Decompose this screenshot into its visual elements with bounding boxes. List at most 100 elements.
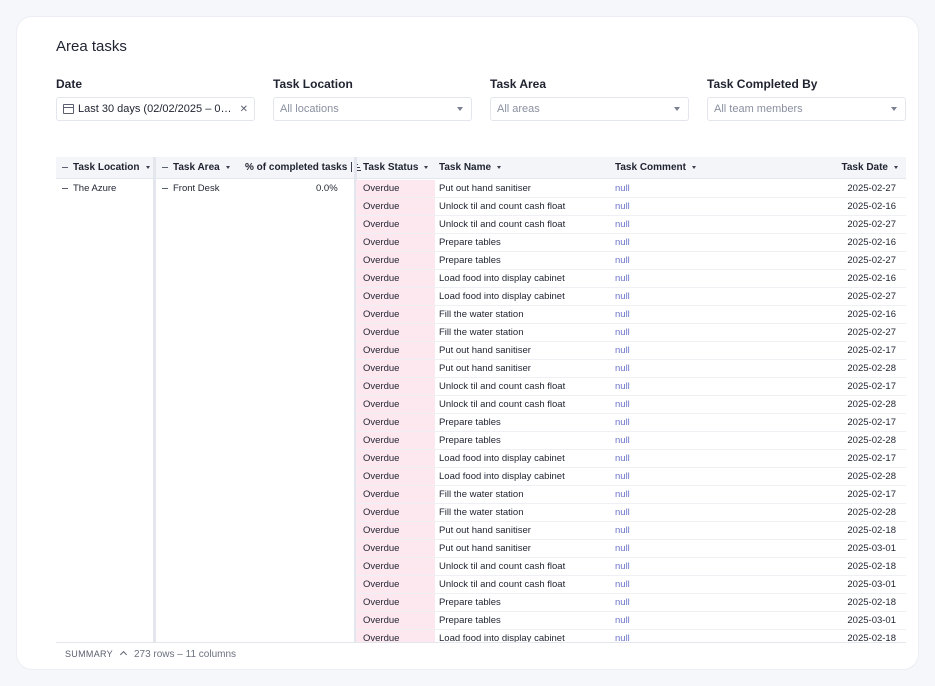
- table-row[interactable]: Overdue Unlock til and count cash float nu…: [356, 378, 906, 396]
- task-comment-cell: null: [615, 579, 630, 590]
- group-area[interactable]: Front Desk: [162, 180, 219, 198]
- task-status-cell: Overdue: [356, 522, 435, 539]
- task-date-cell: 2025-02-18: [847, 525, 896, 536]
- task-comment-cell: null: [615, 381, 630, 392]
- task-date-cell: 2025-02-27: [847, 219, 896, 230]
- area-select[interactable]: All areas: [490, 97, 689, 121]
- task-comment-cell: null: [615, 255, 630, 266]
- table-row[interactable]: Overdue Prepare tables null 2025-02-27: [356, 252, 906, 270]
- task-status-cell: Overdue: [356, 252, 435, 269]
- table-row[interactable]: Overdue Fill the water station null 2025-02…: [356, 486, 906, 504]
- collapse-icon[interactable]: [162, 187, 168, 189]
- completed-by-filter: Task Completed By All team members: [707, 77, 906, 121]
- table-row[interactable]: Overdue Unlock til and count cash float nu…: [356, 576, 906, 594]
- table-row[interactable]: Overdue Prepare tables null 2025-02-16: [356, 234, 906, 252]
- chevron-down-icon[interactable]: [497, 165, 502, 169]
- task-comment-cell: null: [615, 201, 630, 212]
- task-name-cell: Prepare tables: [439, 435, 501, 446]
- chevron-down-icon[interactable]: [145, 165, 150, 169]
- table-row[interactable]: Overdue Prepare tables null 2025-02-18: [356, 594, 906, 612]
- task-comment-cell: null: [615, 471, 630, 482]
- task-status-cell: Overdue: [356, 342, 435, 359]
- table-row[interactable]: Overdue Unlock til and count cash float nu…: [356, 558, 906, 576]
- summary-bar[interactable]: SUMMARY 273 rows – 11 columns: [56, 642, 906, 664]
- task-name-cell: Load food into display cabinet: [439, 633, 565, 642]
- table-row[interactable]: Overdue Fill the water station null 2025-02…: [356, 504, 906, 522]
- date-range-picker[interactable]: Last 30 days (02/02/2025 – 0… ✕: [56, 97, 255, 121]
- header-label: Task Location: [73, 162, 140, 173]
- table-row[interactable]: Overdue Put out hand sanitiser null 2025-02…: [356, 522, 906, 540]
- collapse-icon[interactable]: [162, 166, 168, 168]
- task-date-cell: 2025-02-18: [847, 597, 896, 608]
- group-location[interactable]: The Azure: [62, 180, 116, 198]
- task-name-cell: Unlock til and count cash float: [439, 579, 566, 590]
- chevron-down-icon[interactable]: [424, 165, 429, 169]
- summary-text: 273 rows – 11 columns: [133, 649, 237, 660]
- table-row[interactable]: Overdue Prepare tables null 2025-02-17: [356, 414, 906, 432]
- task-date-cell: 2025-02-27: [847, 183, 896, 194]
- task-name-cell: Load food into display cabinet: [439, 291, 565, 302]
- chevron-down-icon[interactable]: [225, 165, 230, 169]
- collapse-icon[interactable]: [62, 166, 68, 168]
- task-status-cell: Overdue: [356, 468, 435, 485]
- group-location-label: The Azure: [73, 183, 117, 194]
- task-status-cell: Overdue: [356, 396, 435, 413]
- table-row[interactable]: Overdue Load food into display cabinet nul…: [356, 450, 906, 468]
- collapse-icon[interactable]: [62, 187, 68, 189]
- task-date-cell: 2025-02-27: [847, 255, 896, 266]
- table-row[interactable]: Overdue Unlock til and count cash float nu…: [356, 396, 906, 414]
- task-name-cell: Unlock til and count cash float: [439, 399, 566, 410]
- task-comment-cell: null: [615, 309, 630, 320]
- task-comment-cell: null: [615, 273, 630, 284]
- header-label: Task Date: [841, 162, 888, 173]
- table-row[interactable]: Overdue Load food into display cabinet nul…: [356, 270, 906, 288]
- task-comment-cell: null: [615, 327, 630, 338]
- task-comment-cell: null: [615, 219, 630, 230]
- table-row[interactable]: Overdue Load food into display cabinet nul…: [356, 630, 906, 642]
- task-date-cell: 2025-02-16: [847, 309, 896, 320]
- task-name-cell: Load food into display cabinet: [439, 471, 565, 482]
- header-task-comment[interactable]: Task Comment: [615, 157, 696, 179]
- completed-by-select[interactable]: All team members: [707, 97, 906, 121]
- clear-icon[interactable]: ✕: [240, 104, 248, 115]
- header-task-area[interactable]: Task Area: [162, 157, 230, 179]
- table-row[interactable]: Overdue Fill the water station null 2025-02…: [356, 306, 906, 324]
- task-name-cell: Unlock til and count cash float: [439, 561, 566, 572]
- chevron-down-icon[interactable]: [894, 165, 898, 169]
- location-select[interactable]: All locations: [273, 97, 472, 121]
- task-comment-cell: null: [615, 561, 630, 572]
- chevron-up-icon[interactable]: [119, 650, 127, 659]
- task-comment-cell: null: [615, 615, 630, 626]
- date-range-value: Last 30 days (02/02/2025 – 0…: [78, 103, 232, 115]
- task-name-cell: Put out hand sanitiser: [439, 363, 531, 374]
- task-date-cell: 2025-02-16: [847, 273, 896, 284]
- task-name-cell: Fill the water station: [439, 327, 524, 338]
- table-row[interactable]: Overdue Put out hand sanitiser null 2025-02…: [356, 342, 906, 360]
- task-name-cell: Fill the water station: [439, 489, 524, 500]
- chevron-down-icon[interactable]: [691, 165, 696, 169]
- table-row[interactable]: Overdue Unlock til and count cash float nu…: [356, 216, 906, 234]
- table-row[interactable]: Overdue Unlock til and count cash float nu…: [356, 198, 906, 216]
- table-row[interactable]: Overdue Put out hand sanitiser null 2025-02…: [356, 180, 906, 198]
- header-task-name[interactable]: Task Name: [439, 157, 502, 179]
- header-task-date[interactable]: Task Date: [841, 157, 898, 179]
- task-comment-cell: null: [615, 291, 630, 302]
- task-status-cell: Overdue: [356, 378, 435, 395]
- task-status-cell: Overdue: [356, 360, 435, 377]
- table-row[interactable]: Overdue Put out hand sanitiser null 2025-03…: [356, 540, 906, 558]
- table-row[interactable]: Overdue Fill the water station null 2025-02…: [356, 324, 906, 342]
- table-row[interactable]: Overdue Load food into display cabinet nul…: [356, 468, 906, 486]
- table-row[interactable]: Overdue Prepare tables null 2025-02-28: [356, 432, 906, 450]
- header-label: Task Comment: [615, 162, 686, 173]
- task-status-cell: Overdue: [356, 432, 435, 449]
- table-row[interactable]: Overdue Put out hand sanitiser null 2025-02…: [356, 360, 906, 378]
- table-row[interactable]: Overdue Load food into display cabinet nul…: [356, 288, 906, 306]
- header-completed-pct[interactable]: % of completed tasks: [245, 157, 362, 179]
- completed-by-select-value: All team members: [714, 103, 803, 115]
- task-comment-cell: null: [615, 525, 630, 536]
- task-name-cell: Put out hand sanitiser: [439, 543, 531, 554]
- table-row[interactable]: Overdue Prepare tables null 2025-03-01: [356, 612, 906, 630]
- header-task-status[interactable]: Task Status: [363, 157, 429, 179]
- task-comment-cell: null: [615, 489, 630, 500]
- header-task-location[interactable]: Task Location: [62, 157, 150, 179]
